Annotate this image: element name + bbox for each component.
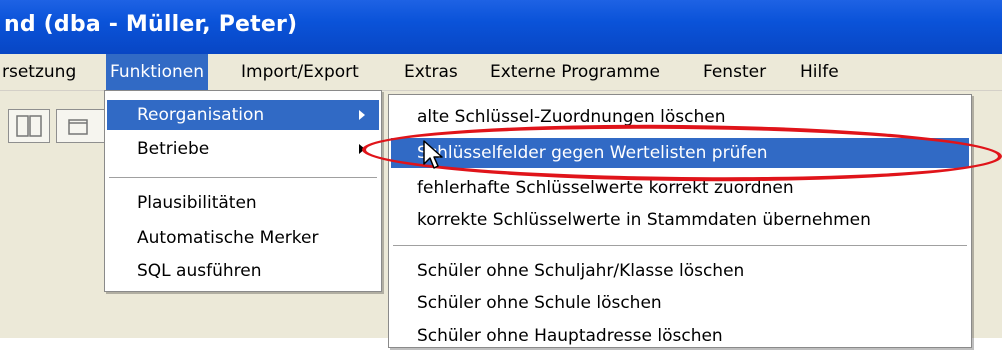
toolbar-window-icon[interactable] [56,109,106,143]
toolbar-pane-icon [16,115,42,137]
submenu-item-schueler-ohne-hauptadresse[interactable]: Schüler ohne Hauptadresse löschen [391,321,969,351]
menu-funktionen[interactable]: Funktionen [106,54,209,90]
menu-uebersetzung[interactable]: rsetzung [2,54,76,90]
funktionen-menu: Reorganisation Betriebe Plausibilitäten … [104,90,382,292]
menu-fenster[interactable]: Fenster [703,54,766,90]
menu-import-export[interactable]: Import/Export [241,54,359,90]
reorganisation-submenu: alte Schlüssel-Zuordnungen löschen Schlü… [388,94,972,348]
menu-item-plausibilitaeten[interactable]: Plausibilitäten [107,188,379,218]
toolbar-pane-icon[interactable] [8,109,50,143]
submenu-item-alte-zuordnungen[interactable]: alte Schlüssel-Zuordnungen löschen [391,102,969,132]
menu-extras[interactable]: Extras [404,54,458,90]
window-title: nd (dba - Müller, Peter) [4,12,298,37]
menu-item-automatische-merker[interactable]: Automatische Merker [107,223,379,253]
menu-item-betriebe[interactable]: Betriebe [107,134,379,164]
submenu-item-schluesselfelder-pruefen[interactable]: Schlüsselfelder gegen Wertelisten prüfen [391,138,969,168]
submenu-arrow-icon [359,110,365,120]
submenu-item-korrekte-schluesselwerte[interactable]: korrekte Schlüsselwerte in Stammdaten üb… [391,205,969,235]
submenu-item-schueler-ohne-klasse[interactable]: Schüler ohne Schuljahr/Klasse löschen [391,256,969,286]
title-bar: nd (dba - Müller, Peter) [0,0,1002,54]
menu-bar: rsetzung Funktionen Import/Export Extras… [0,54,1002,91]
submenu-item-fehlerhafte-schluesselwerte[interactable]: fehlerhafte Schlüsselwerte korrekt zuord… [391,173,969,203]
menu-separator [109,177,377,179]
submenu-arrow-icon [359,144,365,154]
menu-item-sql-ausfuehren[interactable]: SQL ausführen [107,256,379,286]
menu-externe-programme[interactable]: Externe Programme [490,54,660,90]
toolbar-window-icon [68,119,88,135]
menu-hilfe[interactable]: Hilfe [800,54,839,90]
menu-separator [393,245,967,247]
submenu-item-schueler-ohne-schule[interactable]: Schüler ohne Schule löschen [391,288,969,318]
mouse-pointer-icon [423,140,443,169]
menu-item-reorganisation[interactable]: Reorganisation [107,100,379,130]
